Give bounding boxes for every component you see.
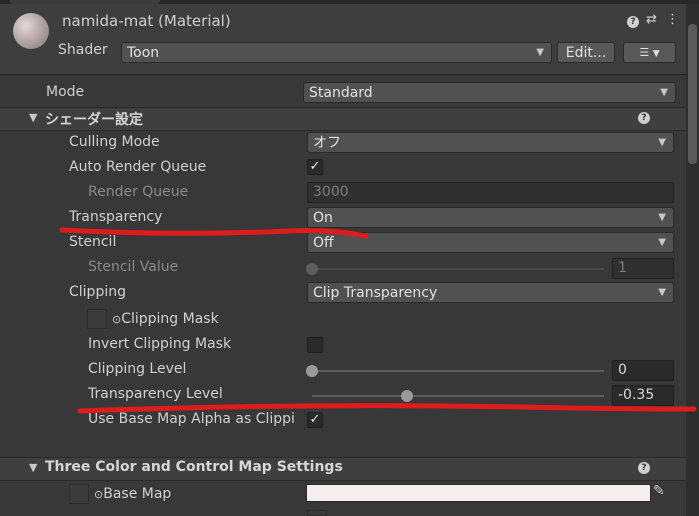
annotation-overlay [59, 227, 697, 414]
annotation-stroke-transparency [59, 227, 369, 239]
annotation-stroke-transparency-level [77, 403, 697, 414]
